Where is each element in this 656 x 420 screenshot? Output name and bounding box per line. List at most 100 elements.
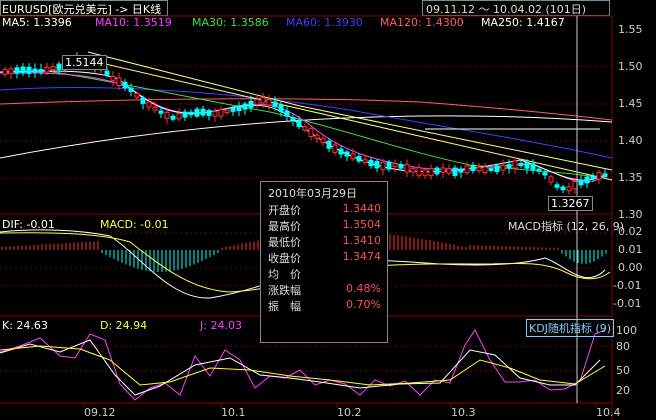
tooltip-row-low: 最低价 1.3410 [268, 234, 383, 249]
tooltip-date: 2010年03月29日 [268, 187, 357, 200]
macd-indicator-title[interactable]: MACD指标 (12, 26, 9) [508, 218, 624, 234]
candle-body [578, 179, 584, 186]
candle-body [410, 167, 416, 173]
candle-body [158, 110, 164, 114]
candle-body [554, 184, 560, 188]
candle-body [236, 105, 242, 111]
candle-body [104, 70, 110, 76]
candle-body [464, 165, 470, 174]
candle-body [26, 66, 32, 74]
candle-body [320, 138, 326, 144]
candle-body [452, 167, 458, 176]
candle-body [32, 68, 38, 73]
candle-body [422, 169, 428, 176]
x-axis-label: 09.12 [84, 406, 116, 419]
candle-body [590, 175, 596, 180]
candle-body [530, 163, 536, 170]
candle-body [242, 103, 248, 110]
price-axis-label: 1.55 [618, 23, 643, 36]
tooltip-row-amplitude: 振 幅 0.70% [268, 298, 383, 313]
candle-body [440, 167, 446, 173]
candle-body [434, 167, 440, 175]
candle-body [326, 140, 332, 149]
macd-axis-label: -0.01 [613, 279, 642, 292]
candle-body [290, 117, 296, 121]
tooltip-value: 1.3410 [342, 234, 382, 247]
candle-body [482, 166, 488, 173]
candle-body [2, 68, 8, 75]
candle-body [500, 164, 506, 171]
candle-body [56, 63, 62, 70]
candle-body [398, 164, 404, 169]
candle-body [548, 176, 554, 183]
kdj-indicator-title[interactable]: KDJ随机指标 (9) [526, 319, 615, 337]
macd-value: MACD: -0.01 [100, 218, 169, 231]
candle-body [386, 161, 392, 170]
dif-value: DIF: -0.01 [2, 218, 55, 231]
candle-body [278, 105, 284, 112]
kdj-axis-label: 100 [616, 324, 637, 337]
tooltip-label: 振 幅 [268, 300, 301, 313]
kdj-axis-label: 80 [616, 340, 630, 353]
tooltip-label: 开盘价 [268, 204, 301, 217]
candle-body [260, 97, 266, 104]
macd-axis-label: 0.01 [618, 243, 643, 256]
candle-body [506, 164, 512, 169]
macd-axis-label: -0.01 [613, 297, 642, 310]
tooltip-row-open: 开盘价 1.3440 [268, 202, 383, 217]
high-price-annotation: 1.5144 [62, 55, 107, 70]
kdj-j-value: J: 24.03 [200, 319, 242, 332]
candle-body [194, 108, 200, 117]
tooltip-row-high: 最高价 1.3504 [268, 218, 383, 233]
tooltip-value: 1.3440 [342, 202, 382, 215]
candle-body [164, 111, 170, 119]
candle-body [122, 81, 128, 89]
tooltip-label: 最高价 [268, 220, 301, 233]
candle-body [230, 107, 236, 112]
candle-body [170, 115, 176, 120]
ma60-line [0, 87, 613, 159]
candle-body [560, 186, 566, 191]
candle-body [314, 134, 320, 139]
candle-body [374, 160, 380, 169]
candle-body [524, 161, 530, 169]
candle-body [446, 168, 452, 174]
x-axis-label: 10.1 [221, 406, 246, 419]
candle-body [362, 159, 368, 164]
candle-body [254, 99, 260, 105]
candle-body [512, 160, 518, 169]
candle-body [392, 163, 398, 168]
candle-body [296, 120, 302, 128]
candle-body [404, 164, 410, 173]
candle-body [284, 110, 290, 117]
candle-body [458, 169, 464, 173]
candle-body [602, 173, 608, 178]
data-tooltip: 2010年03月29日 开盘价 1.3440 最高价 1.3504 最低价 1.… [260, 181, 388, 343]
x-axis-label: 10.2 [337, 406, 362, 419]
candle-body [248, 100, 254, 108]
tooltip-value: 0.48% [346, 282, 381, 295]
tooltip-label: 均 价 [268, 268, 301, 281]
macd-axis-label: 0.00 [618, 261, 643, 274]
low-price-annotation: 1.3267 [548, 196, 593, 211]
candle-body [518, 162, 524, 167]
candle-body [14, 67, 20, 74]
tooltip-value: 1.3474 [342, 250, 382, 263]
candle-body [494, 165, 500, 173]
candle-body [344, 151, 350, 157]
tooltip-label: 涨跌幅 [268, 284, 301, 297]
candle-body [20, 66, 26, 74]
candle-body [266, 99, 272, 106]
tooltip-row-close: 收盘价 1.3474 [268, 250, 383, 265]
candle-body [332, 144, 338, 153]
candle-body [218, 109, 224, 117]
candle-body [146, 101, 152, 108]
candle-body [8, 68, 14, 75]
candle-body [572, 181, 578, 190]
price-axis-label: 1.50 [618, 60, 643, 73]
candle-body [152, 106, 158, 111]
tooltip-value: 0.70% [346, 298, 381, 311]
candle-body [176, 113, 182, 120]
candle-body [338, 148, 344, 155]
candle-body [584, 176, 590, 184]
